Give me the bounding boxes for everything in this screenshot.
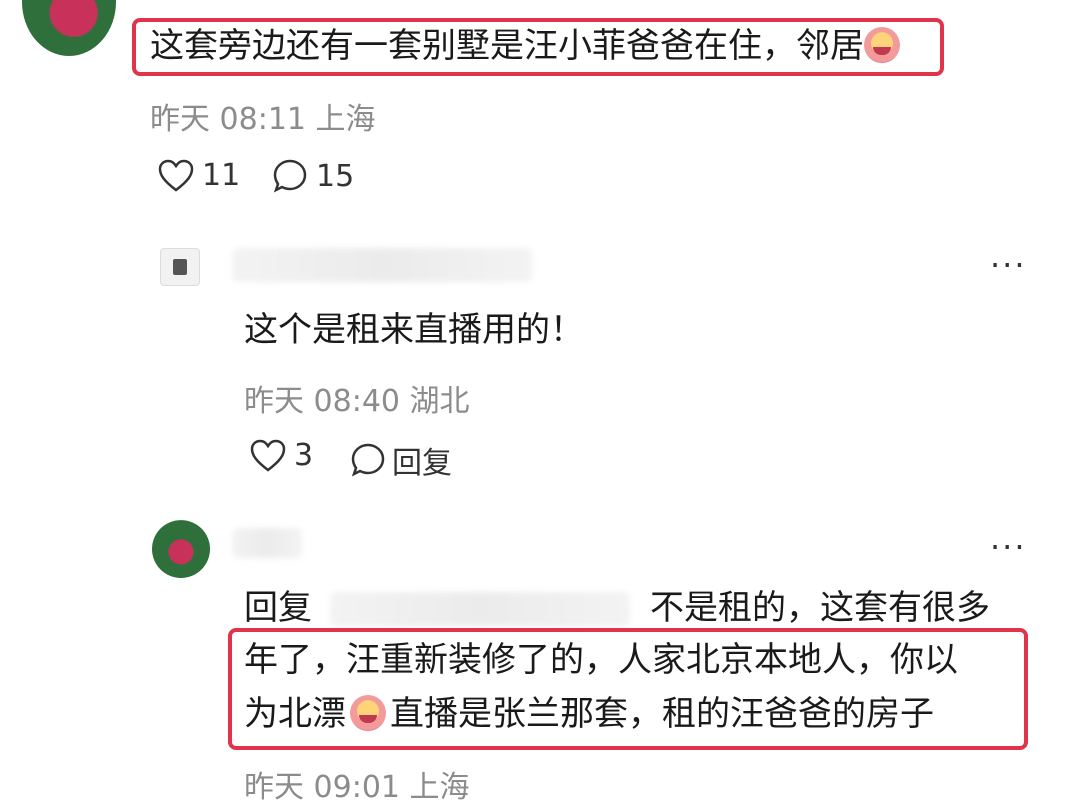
username-redacted <box>232 528 302 558</box>
reply-text-line2: 年了，汪重新装修了的，人家北京本地人，你以 <box>244 640 958 680</box>
reply-avatar[interactable] <box>152 520 210 578</box>
crying-face-emoji-icon <box>350 695 386 731</box>
like-button[interactable]: 11 <box>158 158 240 193</box>
crying-face-emoji-icon <box>864 27 900 63</box>
like-count: 11 <box>202 158 241 193</box>
like-count: 3 <box>294 438 314 473</box>
comment-text: 这套旁边还有一套别墅是汪小菲爸爸在住，邻居 <box>150 26 900 66</box>
reply-avatar[interactable] <box>160 248 200 286</box>
comment-bubble-icon <box>351 443 385 477</box>
reply-meta: 昨天 08:40 湖北 <box>244 384 470 419</box>
avatar[interactable] <box>22 0 116 56</box>
reply-button[interactable]: 回复 <box>350 438 452 482</box>
reply-count: 15 <box>316 158 355 194</box>
reply-text: 这个是租来直播用的！ <box>244 310 584 350</box>
like-button[interactable]: 3 <box>250 438 313 473</box>
reply-prefix: 回复 <box>244 588 312 628</box>
heart-icon <box>250 439 286 472</box>
comment-bubble-icon <box>273 159 307 193</box>
reply-count-button[interactable]: 15 <box>272 158 354 194</box>
heart-icon <box>158 159 194 192</box>
reply-text-line3: 为北漂 直播是张兰那套，租的汪爸爸的房子 <box>244 694 934 734</box>
comment-meta: 昨天 08:11 上海 <box>150 102 376 137</box>
more-options-button[interactable]: ··· <box>990 246 1027 284</box>
mention-redacted <box>330 592 630 626</box>
reply-text-line1: 不是租的，这套有很多 <box>650 588 990 628</box>
username-redacted <box>232 248 532 282</box>
more-options-button[interactable]: ··· <box>990 528 1027 566</box>
reply-meta: 昨天 09:01 上海 <box>244 770 470 805</box>
reply-label: 回复 <box>392 446 452 481</box>
